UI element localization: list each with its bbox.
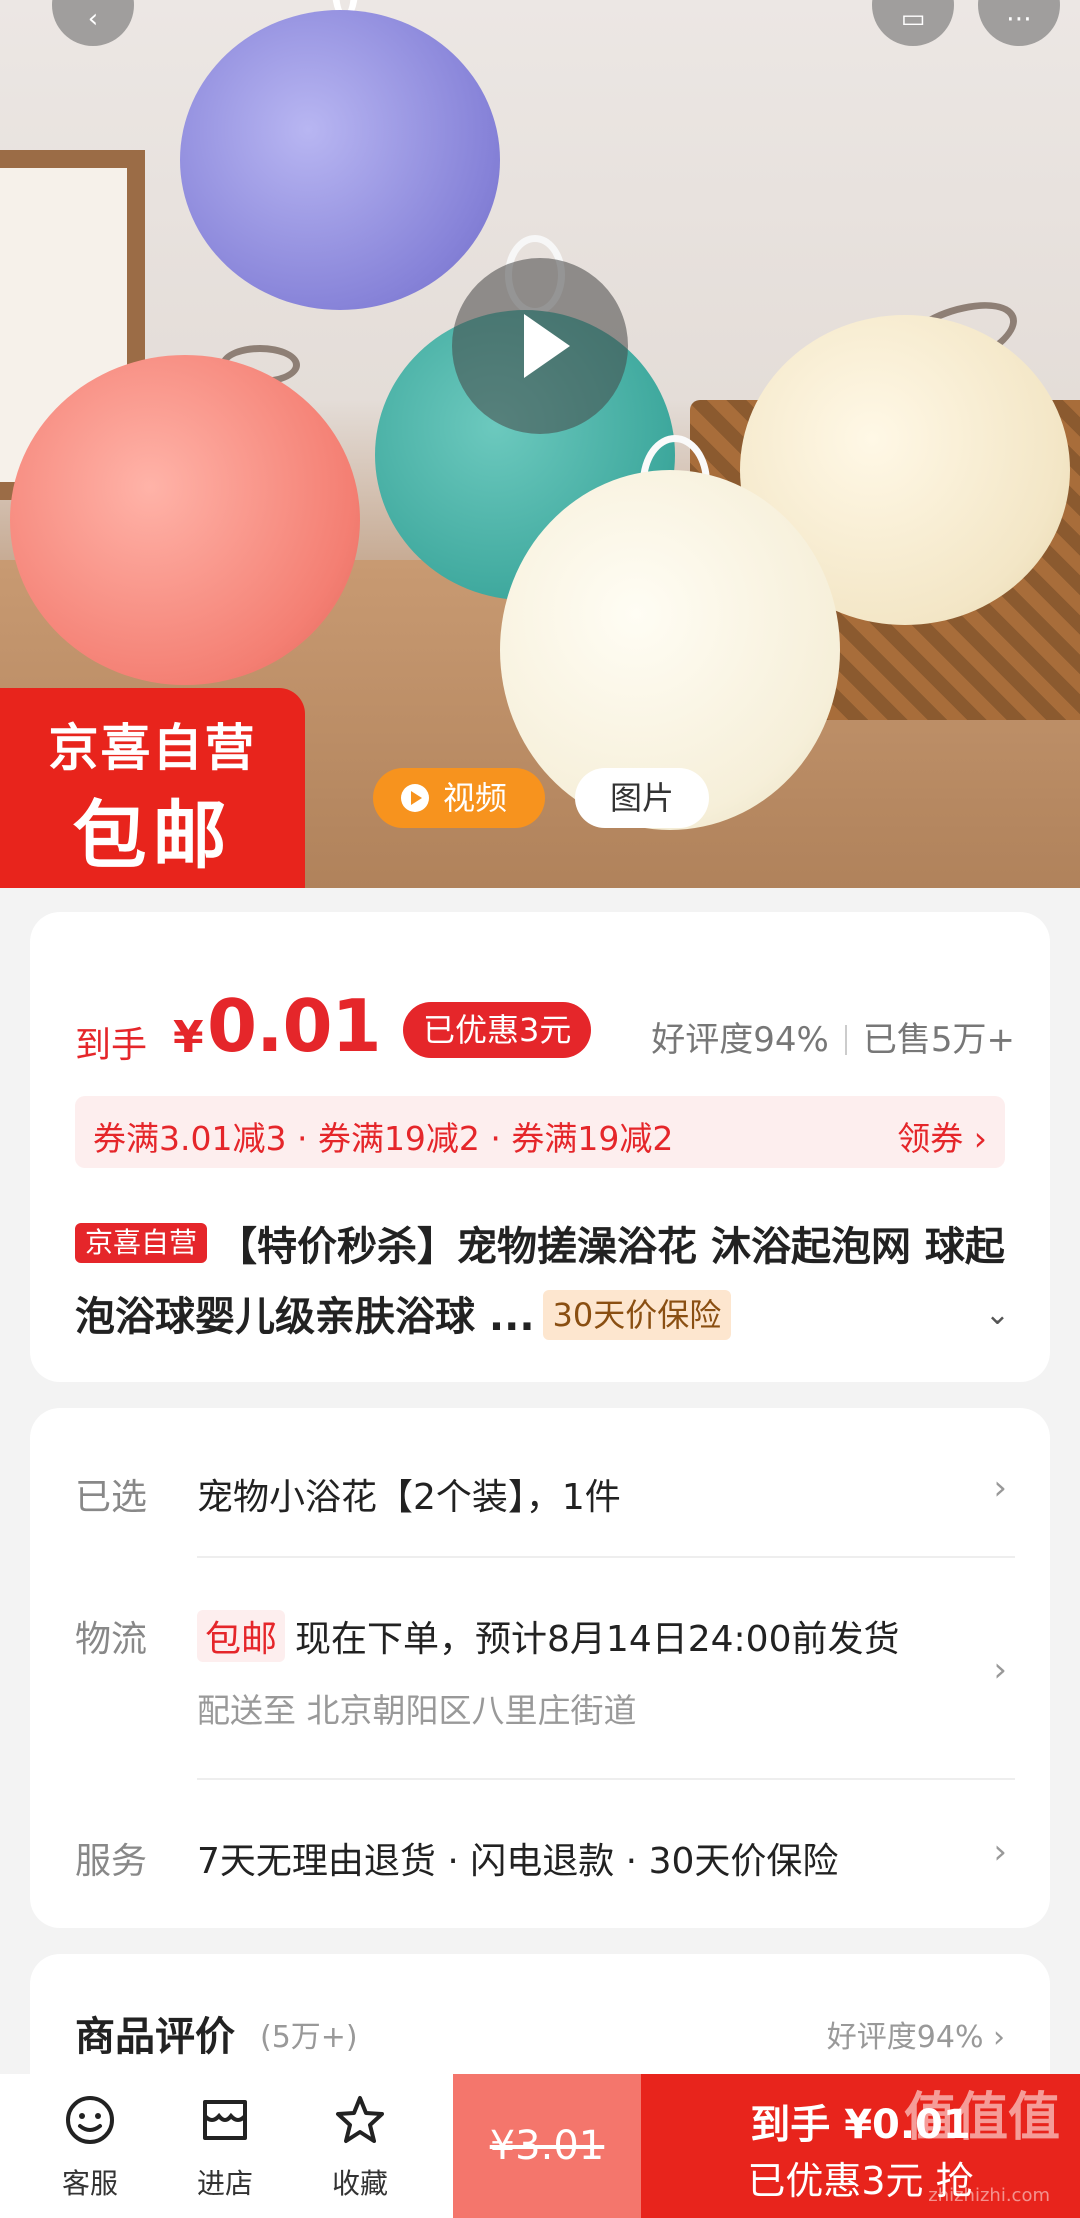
chevron-down-icon[interactable]: ⌄ — [985, 1297, 1010, 1332]
play-circle-icon — [401, 784, 429, 812]
watermark-url: zhizhizhi.com — [928, 2185, 1050, 2206]
product-title: 京喜自营 【特价秒杀】宠物搓澡浴花 沐浴起泡网 球起泡浴球婴儿级亲肤浴球 ... 3… — [75, 1212, 1015, 1352]
logistics-row[interactable]: 物流 包邮 现在下单，预计8月14日24:00前发货 配送至 北京朝阳区八里庄街道… — [75, 1600, 1015, 1740]
play-icon — [524, 314, 570, 378]
rating-text: 好评度94% — [651, 1020, 829, 1060]
product-title-text: 【特价秒杀】宠物搓澡浴花 沐浴起泡网 球起泡浴球婴儿级亲肤浴球 ... — [75, 1224, 1005, 1340]
reviews-rate[interactable]: 好评度94% › — [827, 2012, 1005, 2056]
chevron-right-icon: › — [973, 1119, 987, 1158]
free-shipping-tag: 包邮 — [197, 1610, 286, 1662]
selected-spec-row[interactable]: 已选 宠物小浴花【2个装】，1件 › — [75, 1458, 1015, 1528]
customer-service-icon — [66, 2096, 114, 2144]
logistics-label: 物流 — [75, 1619, 148, 1660]
original-price: ¥3.01 — [489, 2123, 605, 2169]
star-icon — [336, 2096, 384, 2143]
chevron-right-icon: › — [993, 1468, 1007, 1508]
pink-bath-puff — [10, 355, 360, 685]
favorite-label: 收藏 — [331, 2167, 388, 2200]
coupon-text: 券满3.01减3 · 券满19减2 · 券满19减2 — [93, 1119, 674, 1158]
reviews-title: 商品评价 — [75, 2014, 235, 2060]
more-icon: ⋯ — [1006, 4, 1032, 34]
service-label: 服务 — [75, 1841, 148, 1882]
cart-button[interactable]: ▭ — [872, 0, 954, 46]
price-prefix: 到手 — [75, 1025, 148, 1066]
reviews-count: (5万+) — [260, 2020, 358, 2055]
sales-stats[interactable]: 好评度94% 已售5万+ — [651, 1012, 1015, 1061]
price-row: 到手 ¥ 0.01 已优惠3元 好评度94% 已售5万+ — [75, 982, 1015, 1068]
chevron-right-icon: › — [993, 2020, 1005, 2055]
service-value: 7天无理由退货 · 闪电退款 · 30天价保险 — [197, 1841, 839, 1882]
more-button[interactable]: ⋯ — [978, 0, 1060, 46]
discount-badge: 已优惠3元 — [403, 1002, 592, 1058]
selected-value: 宠物小浴花【2个装】，1件 — [197, 1477, 621, 1518]
tab-video-label: 视频 — [443, 779, 508, 817]
price-currency: ¥ — [173, 1012, 204, 1063]
tab-image-label: 图片 — [609, 779, 674, 817]
store-button[interactable]: 进店 — [165, 2074, 285, 2218]
original-price-button[interactable]: ¥3.01 — [453, 2074, 641, 2218]
reviews-rate-text: 好评度94% — [826, 2020, 984, 2055]
play-video-button[interactable] — [452, 258, 628, 434]
product-detail-page: ‹ ▭ ⋯ 京喜自营 包邮 视频 图片 到手 ¥ 0.01 已优惠3元 好评度9… — [0, 0, 1080, 2218]
get-coupon-button[interactable]: 领券 › — [897, 1112, 987, 1160]
back-button[interactable]: ‹ — [52, 0, 134, 46]
jingxi-tag: 京喜自营 — [75, 1223, 208, 1263]
favorite-button[interactable]: 收藏 — [300, 2074, 420, 2218]
jingxi-free-shipping-badge: 京喜自营 包邮 — [0, 688, 305, 888]
divider — [197, 1556, 1015, 1558]
divider — [844, 1025, 847, 1055]
ship-estimate: 现在下单，预计8月14日24:00前发货 — [295, 1619, 900, 1660]
back-icon: ‹ — [87, 4, 99, 34]
badge-line1: 京喜自营 — [48, 719, 257, 777]
store-label: 进店 — [196, 2167, 253, 2200]
tab-image[interactable]: 图片 — [575, 768, 709, 828]
selected-label: 已选 — [75, 1477, 148, 1518]
product-image-gallery[interactable]: ‹ ▭ ⋯ 京喜自营 包邮 视频 图片 — [0, 0, 1080, 888]
divider — [197, 1778, 1015, 1780]
price-value: 0.01 — [207, 984, 382, 1068]
customer-service-button[interactable]: 客服 — [30, 2074, 150, 2218]
customer-service-label: 客服 — [61, 2167, 118, 2200]
price-protect-tag: 30天价保险 — [542, 1290, 732, 1340]
cart-icon: ▭ — [900, 4, 926, 34]
badge-line2: 包邮 — [72, 793, 233, 879]
coupon-bar[interactable]: 券满3.01减3 · 券满19减2 · 券满19减2 领券 › — [75, 1096, 1005, 1168]
service-row[interactable]: 服务 7天无理由退货 · 闪电退款 · 30天价保险 › — [75, 1822, 1015, 1892]
sold-count: 已售5万+ — [862, 1020, 1015, 1060]
chevron-right-icon: › — [993, 1832, 1007, 1872]
tab-video[interactable]: 视频 — [373, 768, 545, 828]
logistics-value: 包邮 现在下单，预计8月14日24:00前发货 — [197, 1610, 899, 1662]
options-card: 已选 宠物小浴花【2个装】，1件 › 物流 包邮 现在下单，预计8月14日24:0… — [30, 1408, 1050, 1928]
store-icon — [203, 2100, 247, 2140]
watermark: 值值值 — [903, 2088, 1060, 2148]
chevron-right-icon: › — [993, 1650, 1007, 1690]
get-coupon-label: 领券 — [897, 1119, 964, 1158]
purple-bath-puff — [180, 10, 500, 310]
price-card: 到手 ¥ 0.01 已优惠3元 好评度94% 已售5万+ 券满3.01减3 · 券… — [30, 912, 1050, 1382]
delivery-address: 配送至 北京朝阳区八里庄街道 — [197, 1691, 637, 1730]
